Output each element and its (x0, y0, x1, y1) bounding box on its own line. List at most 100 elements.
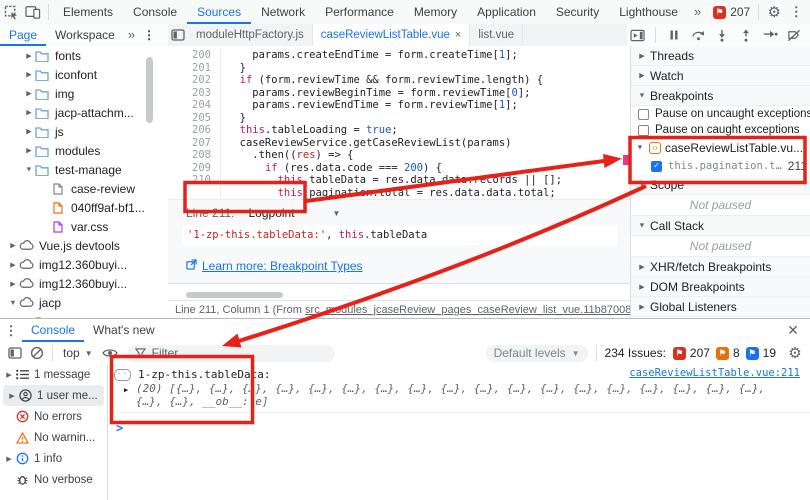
code-editor[interactable]: 200 params.createEndTime = form.createTi… (168, 46, 630, 318)
step-icon[interactable] (760, 25, 780, 45)
section-dom-breakpoints[interactable]: ▶DOM Breakpoints (631, 277, 810, 297)
toggle-debugger-sidebar-icon[interactable] (627, 25, 647, 45)
tree-item-img12.360buyi...[interactable]: ▶img12.360buyi... (0, 274, 168, 293)
chevron-down-icon[interactable]: ▼ (25, 165, 34, 173)
line-number-204[interactable]: 204 (168, 99, 220, 112)
console-source-link[interactable]: caseReviewListTable.vue:211 (629, 367, 800, 379)
editor-horizontal-scrollbar[interactable] (186, 292, 283, 298)
line-number-202[interactable]: 202 (168, 74, 220, 87)
drawer-close-icon[interactable]: ✕ (782, 320, 804, 342)
tree-item-jacp[interactable]: ▼jacp (0, 293, 168, 312)
tree-item-modules[interactable]: ▶modules (0, 141, 168, 160)
navigator-kebab-icon[interactable]: ⋮ (139, 24, 159, 46)
chevron-right-icon[interactable]: ▶ (638, 51, 647, 59)
line-number-201[interactable]: 201 (168, 62, 220, 75)
console-filter-input[interactable]: Filter (127, 345, 335, 362)
step-out-icon[interactable] (736, 25, 756, 45)
line-number-209[interactable]: 209 (168, 162, 220, 175)
panel-tab-memory[interactable]: Memory (404, 0, 467, 24)
close-tab-icon[interactable]: × (455, 24, 461, 46)
kebab-menu-icon[interactable]: ⋮ (785, 1, 807, 23)
line-number-207[interactable]: 207 (168, 137, 220, 150)
chevron-down-icon[interactable]: ▼ (638, 221, 647, 229)
tree-item-040ff9af-bf1...[interactable]: 040ff9af-bf1... (0, 198, 168, 217)
tree-item-jacp-attachm...[interactable]: ▶jacp-attachm... (0, 103, 168, 122)
tree-item-var.css[interactable]: var.css (0, 217, 168, 236)
chevron-down-icon[interactable]: ▼ (636, 143, 645, 151)
console-prompt[interactable]: > (116, 421, 810, 435)
panel-tab-network[interactable]: Network (251, 0, 315, 24)
source-map-link[interactable]: src_modules_jcaseReview_pages_caseReview… (305, 304, 630, 316)
tree-item-js[interactable]: ▶js (0, 122, 168, 141)
chevron-right-icon[interactable]: ▶ (9, 241, 18, 249)
line-number-203[interactable]: 203 (168, 87, 220, 100)
panel-tab-security[interactable]: Security (546, 0, 609, 24)
line-number-210[interactable]: 210 (168, 174, 220, 187)
chevron-right-icon[interactable]: ▶ (638, 71, 647, 79)
section-threads[interactable]: ▶Threads (631, 46, 810, 66)
step-into-icon[interactable] (712, 25, 732, 45)
issue-badges[interactable]: ⚑207⚑8⚑19 (673, 346, 776, 360)
chevron-down-icon[interactable]: ▼ (638, 180, 647, 188)
chevron-down-icon[interactable]: ▼ (638, 91, 647, 99)
console-log-entry[interactable]: caseReviewListTable.vue:211 ·· 1-zp-this… (108, 364, 810, 413)
console-filter-1-info[interactable]: ▶1 info (0, 448, 107, 469)
tab-whats-new[interactable]: What's new (84, 319, 164, 342)
checkbox-pause-on-uncaught-exceptions[interactable]: Pause on uncaught exceptions (631, 106, 810, 122)
chevron-down-icon[interactable]: ▼ (9, 298, 18, 306)
console-settings-gear-icon[interactable]: ⚙ (784, 342, 806, 364)
line-number-211[interactable] (168, 187, 220, 200)
chevron-right-icon[interactable]: ▶ (638, 262, 647, 270)
breakpoint-entry[interactable]: ✓this.pagination.t…211 (631, 157, 810, 175)
chevron-right-icon[interactable]: ▶ (638, 282, 647, 290)
line-number-206[interactable]: 206 (168, 124, 220, 137)
panel-tab-lighthouse[interactable]: Lighthouse (609, 0, 688, 24)
console-filter-no-verbose[interactable]: No verbose (0, 469, 107, 490)
live-expression-eye-icon[interactable] (99, 342, 121, 364)
console-sidebar-toggle-icon[interactable] (4, 342, 26, 364)
clear-console-icon[interactable] (26, 342, 48, 364)
chevron-right-icon[interactable]: ▶ (638, 302, 647, 310)
console-filter-no-warnin-[interactable]: No warnin... (0, 427, 107, 448)
editor-tab-caseReviewListTable.vue[interactable]: caseReviewListTable.vue× (313, 24, 471, 46)
drawer-kebab-icon[interactable]: ⋮ (0, 320, 22, 342)
step-over-icon[interactable] (688, 25, 708, 45)
section-xhr-fetch-breakpoints[interactable]: ▶XHR/fetch Breakpoints (631, 257, 810, 277)
editor-tab-moduleHttpFactory.js[interactable]: moduleHttpFactory.js (188, 24, 313, 46)
console-filter-1-message[interactable]: ▶1 message (0, 364, 107, 385)
file-tree-scrollbar[interactable] (146, 57, 153, 123)
navigator-more-chevron[interactable]: » (124, 24, 139, 46)
section-global-listeners[interactable]: ▶Global Listeners (631, 297, 810, 317)
tab-workspace[interactable]: Workspace (46, 24, 124, 46)
expand-arrow-icon[interactable]: ▶ (124, 384, 128, 397)
chevron-right-icon[interactable]: ▶ (5, 370, 14, 378)
tree-item-test-manage[interactable]: ▼test-manage (0, 160, 168, 179)
line-number-200[interactable]: 200 (168, 49, 220, 62)
device-toolbar-icon[interactable] (22, 1, 44, 23)
breakpoint-file-group[interactable]: ▼‹›caseReviewListTable.vu... (631, 138, 810, 157)
tree-item-Vue.js devtools[interactable]: ▶Vue.js devtools (0, 236, 168, 255)
console-filter-1-user-me-[interactable]: ▶1 user me... (3, 385, 104, 406)
chevron-right-icon[interactable]: ▶ (25, 146, 34, 154)
chevron-right-icon[interactable]: ▶ (25, 51, 34, 59)
checkbox-icon[interactable] (638, 109, 649, 120)
chevron-right-icon[interactable]: ▶ (9, 279, 18, 287)
panel-tab-elements[interactable]: Elements (53, 0, 123, 24)
more-tabs-chevron[interactable]: » (688, 0, 707, 24)
deactivate-breakpoints-icon[interactable] (784, 25, 804, 45)
tab-page[interactable]: Page (0, 24, 46, 46)
chevron-right-icon[interactable]: ▶ (9, 260, 18, 268)
panel-tab-sources[interactable]: Sources (187, 0, 251, 24)
breakpoint-checkbox-icon[interactable]: ✓ (651, 161, 662, 172)
logpoint-type-dropdown[interactable]: Logpoint ▼ (249, 206, 341, 220)
tree-item-case-review[interactable]: case-review (0, 179, 168, 198)
log-levels-dropdown[interactable]: Default levels ▼ (486, 345, 588, 362)
section-watch[interactable]: ▶Watch (631, 66, 810, 86)
section-breakpoints[interactable]: ▼Breakpoints (631, 86, 810, 106)
chevron-right-icon[interactable]: ▶ (8, 391, 17, 399)
line-number-205[interactable]: 205 (168, 112, 220, 125)
panel-tab-application[interactable]: Application (467, 0, 546, 24)
settings-gear-icon[interactable]: ⚙ (763, 1, 785, 23)
console-filter-no-errors[interactable]: No errors (0, 406, 107, 427)
inspect-icon[interactable] (0, 1, 22, 23)
